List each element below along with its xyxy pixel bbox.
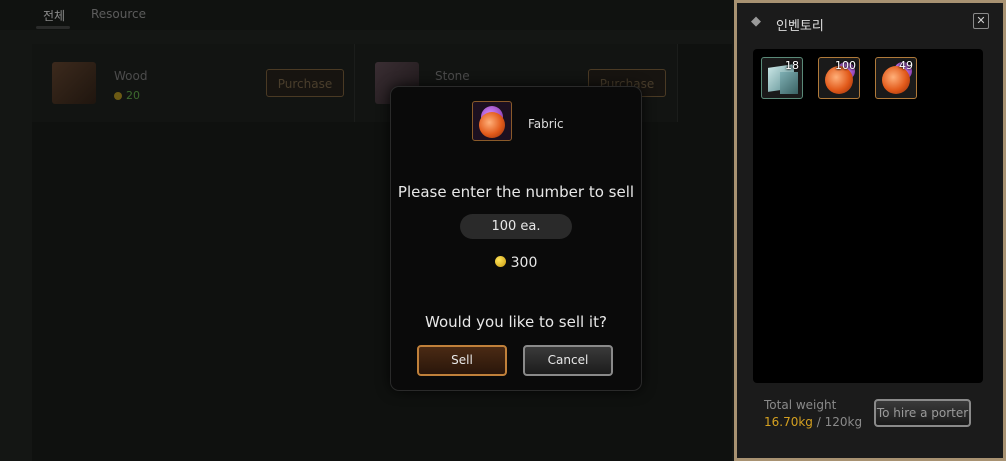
tab-resource[interactable]: Resource — [91, 7, 146, 21]
inventory-panel: ◆ 인벤토리 ✕ 18 100 49 Total weight 16.70kg … — [734, 0, 1006, 461]
inventory-grid: 18 100 49 — [753, 49, 983, 383]
inventory-title: 인벤토리 — [776, 19, 824, 34]
quantity-input[interactable]: 100 ea. — [460, 214, 572, 239]
item-name: Wood — [114, 69, 148, 83]
slot-count: 49 — [899, 59, 913, 72]
inventory-slot[interactable]: 100 — [818, 57, 860, 99]
fabric-icon — [472, 101, 512, 141]
shop-item-wood[interactable]: Wood 20 Purchase — [32, 44, 355, 122]
confirm-text: Would you like to sell it? — [425, 313, 607, 331]
item-name: Stone — [435, 69, 470, 83]
cancel-button[interactable]: Cancel — [523, 345, 613, 376]
hire-porter-button[interactable]: To hire a porter — [874, 399, 971, 427]
inventory-header: ◆ 인벤토리 ✕ — [737, 3, 1003, 39]
tab-indicator — [36, 26, 70, 29]
slot-count: 18 — [785, 59, 799, 72]
total-price: 300 — [391, 255, 641, 271]
bag-icon: ◆ — [751, 14, 761, 29]
slot-count: 100 — [835, 59, 856, 72]
sell-prompt: Please enter the number to sell — [397, 183, 635, 201]
weight-value: 16.70kg / 120kg — [764, 415, 863, 429]
item-price: 20 — [114, 89, 140, 102]
weight-label: Total weight — [764, 398, 837, 412]
sell-dialog: Fabric Please enter the number to sell 1… — [391, 87, 641, 390]
purchase-button[interactable]: Purchase — [266, 69, 344, 97]
tab-all[interactable]: 전체 — [43, 7, 65, 24]
coin-icon — [494, 256, 506, 267]
inventory-slot[interactable]: 49 — [875, 57, 917, 99]
wood-icon — [52, 62, 96, 104]
close-button[interactable]: ✕ — [973, 13, 989, 29]
shop-tabs: 전체 Resource — [0, 0, 734, 30]
sell-button[interactable]: Sell — [417, 345, 507, 376]
item-name: Fabric — [528, 117, 564, 131]
inventory-slot[interactable]: 18 — [761, 57, 803, 99]
coin-icon — [114, 92, 122, 100]
